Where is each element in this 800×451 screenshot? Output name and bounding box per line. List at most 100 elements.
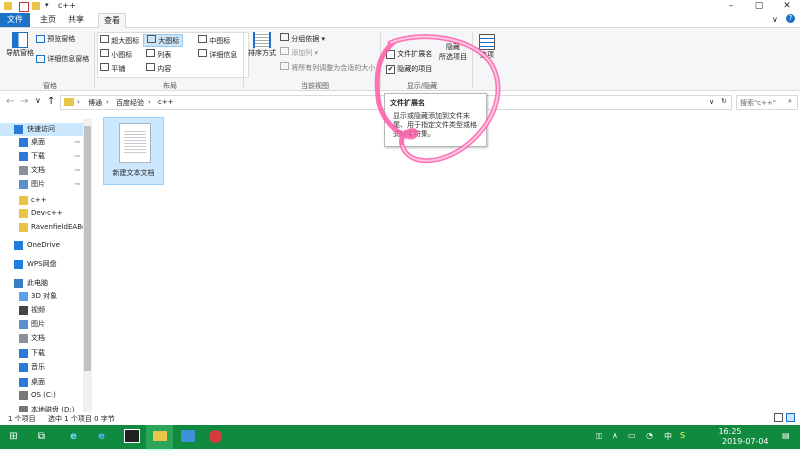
details-view-icon[interactable] xyxy=(774,413,783,422)
layout-list[interactable]: 列表 xyxy=(146,49,171,60)
preview-pane-button[interactable]: 预览窗格 xyxy=(36,34,75,44)
status-bar: 1 个项目 选中 1 个项目 0 字节 xyxy=(0,412,800,425)
group-by-button[interactable]: 分组依据 ▾ xyxy=(280,33,325,44)
sort-icon xyxy=(253,32,271,48)
ime-indicator[interactable]: 中 xyxy=(664,431,672,442)
recent-locations-icon[interactable]: ∨ xyxy=(35,96,41,105)
ie-icon[interactable]: e xyxy=(60,425,87,449)
layout-medium-icons[interactable]: 中图标 xyxy=(198,35,230,46)
clock-time[interactable]: 16:25 xyxy=(708,427,752,436)
forward-icon[interactable]: → xyxy=(20,96,28,107)
sidebar-item[interactable]: c++ xyxy=(0,194,84,207)
layout-small-icons[interactable]: 小图标 xyxy=(100,49,132,60)
breadcrumb-item[interactable]: c++ xyxy=(158,98,174,106)
breadcrumb-item[interactable]: 博通 xyxy=(88,98,102,108)
sidebar-item[interactable]: 快速访问 xyxy=(0,123,84,136)
tab-share[interactable]: 共享 xyxy=(64,13,88,27)
battery-icon[interactable]: ▭ xyxy=(628,431,636,440)
layout-details[interactable]: 详细信息 xyxy=(198,49,237,60)
sidebar-item[interactable]: 视频 xyxy=(0,304,84,317)
pin-icon[interactable]: ⊸ xyxy=(74,178,80,191)
properties-icon[interactable] xyxy=(19,2,29,12)
app-icon[interactable] xyxy=(174,425,201,449)
pin-icon[interactable]: ⊸ xyxy=(74,164,80,177)
input-method-icon[interactable]: S xyxy=(680,431,685,440)
sidebar-item[interactable]: 文档 xyxy=(0,332,84,345)
minimize-button[interactable]: – xyxy=(718,0,744,13)
tab-file[interactable]: 文件 xyxy=(0,13,30,27)
search-input[interactable]: 搜索"c++" xyxy=(740,98,776,108)
sort-by-button[interactable]: 排序方式 xyxy=(248,32,276,58)
desktop-icon xyxy=(19,378,28,387)
new-folder-icon[interactable] xyxy=(32,2,40,10)
edge-icon[interactable]: e xyxy=(88,425,115,449)
search-icon[interactable]: ⌕ xyxy=(788,97,792,106)
network-icon[interactable]: ⚿ xyxy=(596,432,602,442)
back-icon[interactable]: ← xyxy=(6,96,14,107)
file-explorer-icon[interactable] xyxy=(146,425,173,451)
computer-icon xyxy=(14,279,23,288)
add-column-button[interactable]: 添加列 ▾ xyxy=(280,47,318,58)
navigation-pane: 快速访问 桌面 ⊸ 下载 ⊸ 文档 ⊸ 图片 ⊸ c++ Dev-c++ RavenfieldEABe… xyxy=(0,119,92,415)
wps-icon[interactable] xyxy=(202,425,229,449)
notification-icon[interactable]: ▤ xyxy=(782,431,790,440)
sidebar-item[interactable]: 文档 ⊸ xyxy=(0,164,84,177)
sidebar-item-label: 桌面 xyxy=(31,378,45,386)
pin-icon[interactable]: ⊸ xyxy=(74,150,80,163)
details-pane-button[interactable]: 详细信息窗格 xyxy=(36,54,89,64)
layout-content[interactable]: 内容 xyxy=(146,63,171,74)
up-icon[interactable]: ↑ xyxy=(47,96,55,107)
cloud-icon xyxy=(14,241,23,250)
sidebar-item[interactable]: Dev-c++ xyxy=(0,207,84,220)
maximize-button[interactable]: ▢ xyxy=(746,0,772,13)
sidebar-item[interactable]: 音乐 xyxy=(0,361,84,374)
nav-pane-button[interactable]: 导航窗格 xyxy=(6,32,34,58)
start-icon[interactable]: ⊞ xyxy=(0,425,27,449)
details-pane-icon xyxy=(36,55,45,63)
pin-icon[interactable]: ⊸ xyxy=(74,136,80,149)
layout-large-icons[interactable]: 大图标 xyxy=(143,34,184,47)
large-icons-view-icon[interactable] xyxy=(786,413,795,422)
sidebar-item[interactable]: 下载 xyxy=(0,347,84,360)
clock-date[interactable]: 2019-07-04 xyxy=(722,437,769,446)
task-view-icon[interactable]: ⧉ xyxy=(28,425,55,449)
help-icon[interactable]: ? xyxy=(786,14,795,23)
sidebar-item[interactable]: 3D 对象 xyxy=(0,290,84,303)
collapse-ribbon-icon[interactable]: ∨ xyxy=(772,15,778,24)
sidebar-item[interactable]: OS (C:) xyxy=(0,389,84,402)
layout-xl-icons[interactable]: 超大图标 xyxy=(100,35,139,46)
sidebar-item-label: 桌面 xyxy=(31,138,45,146)
sidebar-item[interactable]: 桌面 ⊸ xyxy=(0,136,84,149)
tray-chevron-icon[interactable]: ∧ xyxy=(612,431,618,440)
layout-gallery: 超大图标 大图标 中图标 小图标 列表 详细信息 平铺 内容 xyxy=(97,32,249,78)
preview-pane-icon xyxy=(36,35,45,43)
sidebar-item-label: 音乐 xyxy=(31,363,45,371)
scrollbar-thumb[interactable] xyxy=(84,126,91,371)
dropdown-icon[interactable]: ∨ xyxy=(709,98,714,106)
refresh-icon[interactable]: ↻ xyxy=(721,97,727,105)
sidebar-item-label: OneDrive xyxy=(27,241,60,249)
tab-home[interactable]: 主页 xyxy=(36,13,60,27)
sidebar-item[interactable]: WPS网盘 xyxy=(0,258,84,271)
music-icon xyxy=(19,363,28,372)
search-box[interactable]: 搜索"c++" ⌕ xyxy=(736,95,798,110)
layout-tiles[interactable]: 平铺 xyxy=(100,63,125,74)
sidebar-item[interactable]: 下载 ⊸ xyxy=(0,150,84,163)
sidebar-item[interactable]: 图片 xyxy=(0,318,84,331)
close-button[interactable]: ✕ xyxy=(774,0,800,13)
devcpp-icon[interactable] xyxy=(118,425,145,449)
group-label-layout: 布局 xyxy=(163,82,177,90)
divider xyxy=(94,32,95,88)
wifi-icon[interactable]: ◔ xyxy=(646,431,653,440)
customize-toolbar-icon[interactable]: ▾ xyxy=(45,1,49,9)
tab-view[interactable]: 查看 xyxy=(98,13,126,28)
file-item[interactable]: 新建文本文档 xyxy=(103,117,164,185)
sidebar-item[interactable]: 桌面 xyxy=(0,376,84,389)
folder-icon xyxy=(19,196,28,205)
cloud-icon xyxy=(14,260,23,269)
sidebar-item[interactable]: OneDrive xyxy=(0,239,84,252)
sidebar-item[interactable]: 图片 ⊸ xyxy=(0,178,84,191)
sidebar-item[interactable]: 此电脑 xyxy=(0,277,84,290)
sidebar-item[interactable]: RavenfieldEABe xyxy=(0,221,86,234)
breadcrumb-item[interactable]: 百度经验 xyxy=(116,98,144,108)
